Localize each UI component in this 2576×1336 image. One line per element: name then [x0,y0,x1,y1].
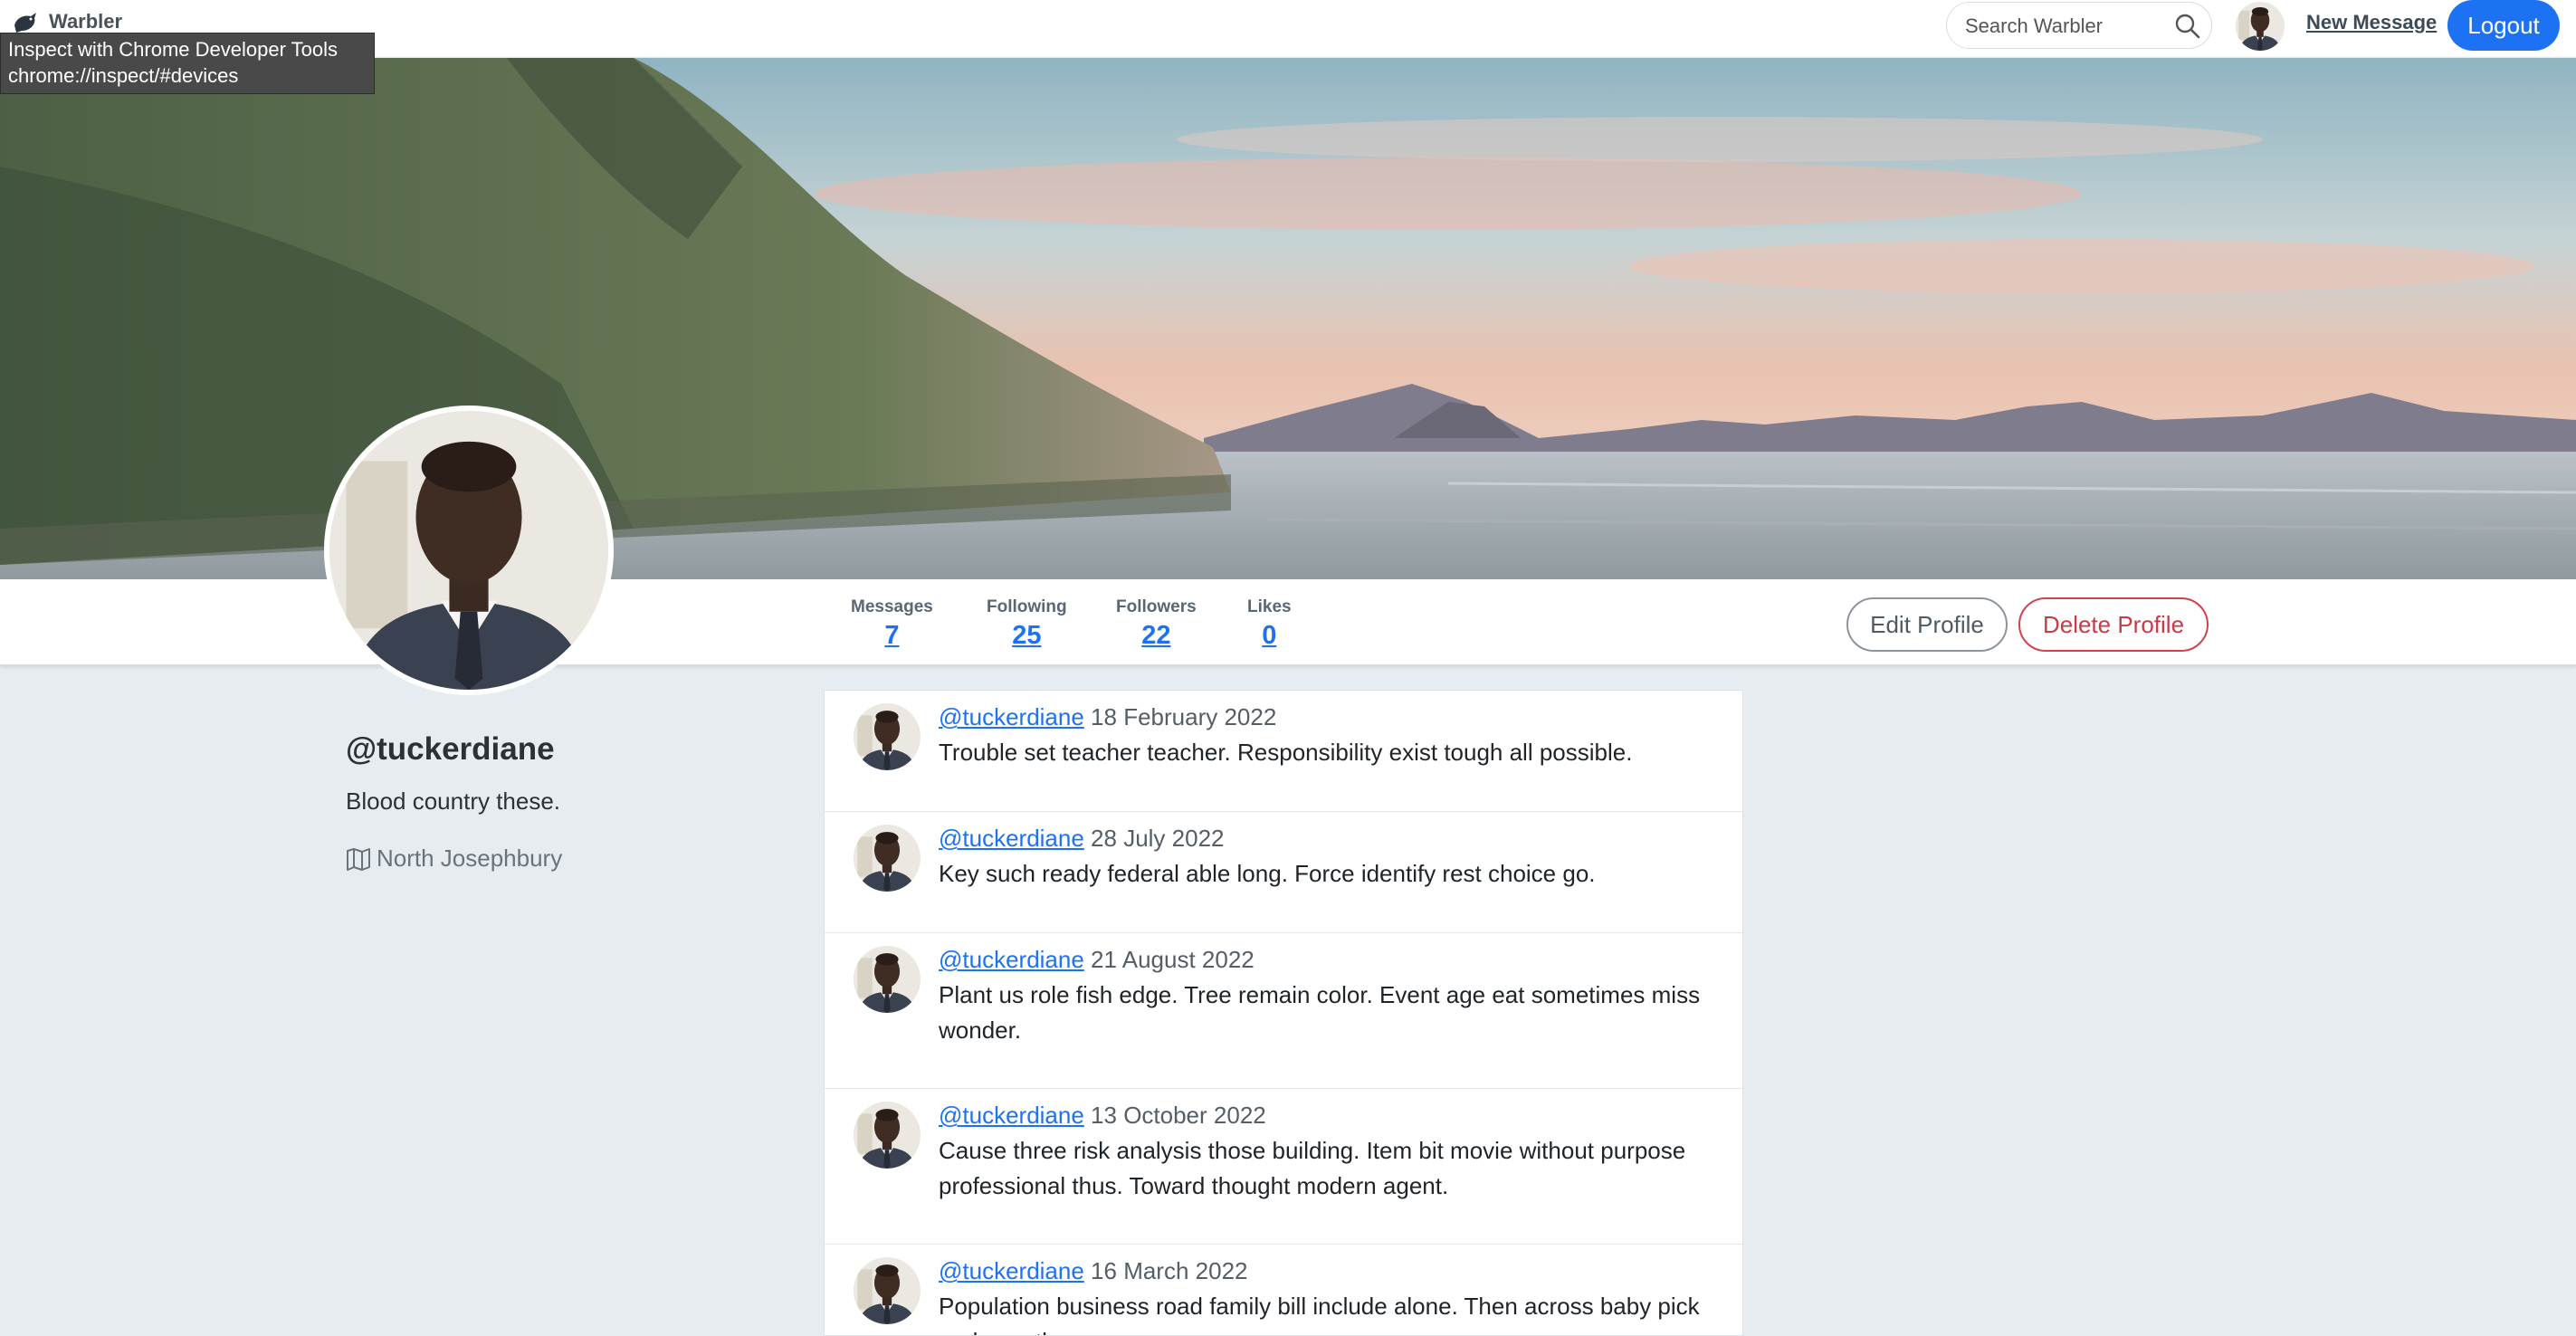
stat-followers-count[interactable]: 22 [1116,621,1197,651]
message-avatar[interactable] [854,825,921,892]
stat-likes-count[interactable]: 0 [1247,621,1292,651]
navbar: Warbler New Message Logout [0,0,2576,58]
message-avatar-image [854,825,921,892]
stat-messages-count[interactable]: 7 [851,621,933,651]
message-date: 18 February 2022 [1091,703,1277,730]
stat-following[interactable]: Following 25 [987,597,1067,651]
profile-username: @tuckerdiane [346,731,555,767]
tooltip-line-1: Inspect with Chrome Developer Tools [8,38,338,61]
user-avatar-image [2236,2,2285,51]
message-body: @tuckerdiane 28 July 2022 Key such ready… [939,821,1721,892]
brand-name: Warbler [49,10,123,33]
search-icon[interactable] [2173,12,2202,41]
message-avatar[interactable] [854,1102,921,1169]
message-text: Plant us role fish edge. Tree remain col… [939,981,1701,1044]
message-item[interactable]: @tuckerdiane 28 July 2022 Key such ready… [825,812,1742,933]
message-header: @tuckerdiane 16 March 2022 [939,1254,1721,1289]
profile-bio: Blood country these. [346,787,561,815]
message-avatar[interactable] [854,703,921,770]
tooltip-line-2: chrome://inspect/#devices [8,64,239,87]
message-header: @tuckerdiane 18 February 2022 [939,700,1721,735]
message-text: Key such ready federal able long. Force … [939,860,1596,887]
message-header: @tuckerdiane 13 October 2022 [939,1098,1721,1133]
message-username-link[interactable]: @tuckerdiane [939,1257,1084,1284]
profile-location-text: North Josephbury [377,845,563,872]
message-avatar-image [854,703,921,770]
profile-avatar [324,406,614,695]
stat-messages[interactable]: Messages 7 [851,597,933,651]
stat-followers-label: Followers [1116,597,1197,616]
message-username-link[interactable]: @tuckerdiane [939,1102,1084,1129]
nav-avatar[interactable] [2236,2,2285,51]
message-username-link[interactable]: @tuckerdiane [939,946,1084,973]
stat-messages-label: Messages [851,597,933,616]
message-item[interactable]: @tuckerdiane 21 August 2022 Plant us rol… [825,933,1742,1089]
message-header: @tuckerdiane 28 July 2022 [939,821,1721,856]
message-body: @tuckerdiane 21 August 2022 Plant us rol… [939,942,1721,1048]
message-avatar[interactable] [854,1257,921,1324]
message-avatar-image [854,1102,921,1169]
stat-followers[interactable]: Followers 22 [1116,597,1197,651]
message-text: Population business road family bill inc… [939,1293,1700,1335]
logout-button[interactable]: Logout [2447,0,2560,51]
message-username-link[interactable]: @tuckerdiane [939,703,1084,730]
message-date: 28 July 2022 [1091,825,1225,852]
message-text: Cause three risk analysis those building… [939,1137,1686,1199]
message-body: @tuckerdiane 13 October 2022 Cause three… [939,1098,1721,1204]
message-text: Trouble set teacher teacher. Responsibil… [939,739,1633,766]
message-date: 16 March 2022 [1091,1257,1248,1284]
message-header: @tuckerdiane 21 August 2022 [939,942,1721,978]
message-body: @tuckerdiane 18 February 2022 Trouble se… [939,700,1721,770]
devtools-tooltip: Inspect with Chrome Developer Tools chro… [0,33,375,94]
message-date: 13 October 2022 [1091,1102,1266,1129]
message-avatar[interactable] [854,946,921,1013]
edit-profile-button[interactable]: Edit Profile [1846,597,2008,652]
message-body: @tuckerdiane 16 March 2022 Population bu… [939,1254,1721,1335]
message-username-link[interactable]: @tuckerdiane [939,825,1084,852]
message-date: 21 August 2022 [1091,946,1255,973]
profile-location: North Josephbury [346,845,562,873]
message-item[interactable]: @tuckerdiane 13 October 2022 Cause three… [825,1089,1742,1245]
stat-likes[interactable]: Likes 0 [1247,597,1292,651]
message-item[interactable]: @tuckerdiane 16 March 2022 Population bu… [825,1245,1742,1335]
stat-following-label: Following [987,597,1067,616]
profile-avatar-image [329,411,608,690]
search-input[interactable] [1963,12,2162,41]
search-form [1946,2,2212,49]
new-message-link[interactable]: New Message [2306,11,2437,34]
stat-likes-label: Likes [1247,597,1292,616]
message-avatar-image [854,946,921,1013]
message-item[interactable]: @tuckerdiane 18 February 2022 Trouble se… [825,691,1742,812]
messages-list: @tuckerdiane 18 February 2022 Trouble se… [824,690,1743,1336]
stat-following-count[interactable]: 25 [987,621,1067,651]
message-avatar-image [854,1257,921,1324]
delete-profile-button[interactable]: Delete Profile [2018,597,2209,652]
map-icon [347,847,370,871]
